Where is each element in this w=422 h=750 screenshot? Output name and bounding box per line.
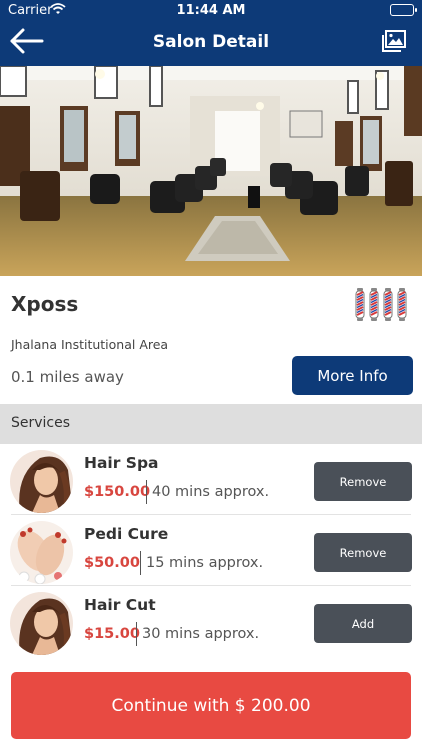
status-time: 11:44 AM <box>176 3 246 18</box>
service-price: $50.00 <box>84 555 140 571</box>
image-gallery-icon[interactable] <box>382 30 406 52</box>
hair-cut-thumbnail <box>10 592 73 655</box>
back-arrow-icon[interactable] <box>8 26 46 56</box>
page-title: Salon Detail <box>152 32 270 52</box>
salon-area: Jhalana Institutional Area <box>11 337 169 352</box>
service-name: Hair Spa <box>84 454 159 472</box>
remove-service-button[interactable]: Remove <box>314 533 412 572</box>
top-bar: Carrier 11:44 AM Salon Detail <box>0 0 422 66</box>
hair-spa-thumbnail <box>10 450 73 513</box>
price-divider <box>140 551 141 575</box>
remove-service-button[interactable]: Remove <box>314 462 412 501</box>
service-name: Pedi Cure <box>84 525 169 543</box>
service-row-pedi-cure: Pedi Cure $50.00 15 mins approx. Remove <box>0 515 422 586</box>
salon-distance: 0.1 miles away <box>11 368 124 386</box>
service-row-hair-spa: Hair Spa $150.00 40 mins approx. Remove <box>0 444 422 515</box>
salon-name: Xposs <box>11 292 79 316</box>
services-section-header: Services <box>0 404 422 444</box>
service-row-hair-cut: Hair Cut $15.00 30 mins approx. Add <box>0 586 422 657</box>
service-price: $15.00 <box>84 626 140 642</box>
price-divider <box>136 622 137 646</box>
battery-icon <box>390 4 417 16</box>
pedi-cure-thumbnail <box>10 521 73 584</box>
continue-button[interactable]: Continue with $ 200.00 <box>11 672 411 739</box>
barber-pole-rating-icon <box>354 287 410 322</box>
service-duration: 15 mins approx. <box>146 555 264 571</box>
price-divider <box>146 480 147 504</box>
salon-photo <box>0 66 422 276</box>
status-bar: Carrier 11:44 AM <box>0 0 422 22</box>
service-duration: 30 mins approx. <box>142 626 260 642</box>
add-service-button[interactable]: Add <box>314 604 412 643</box>
service-name: Hair Cut <box>84 596 156 614</box>
continue-bar: Continue with $ 200.00 <box>0 660 422 750</box>
service-duration: 40 mins approx. <box>152 484 270 500</box>
service-price: $150.00 <box>84 484 151 500</box>
more-info-button[interactable]: More Info <box>292 356 413 395</box>
